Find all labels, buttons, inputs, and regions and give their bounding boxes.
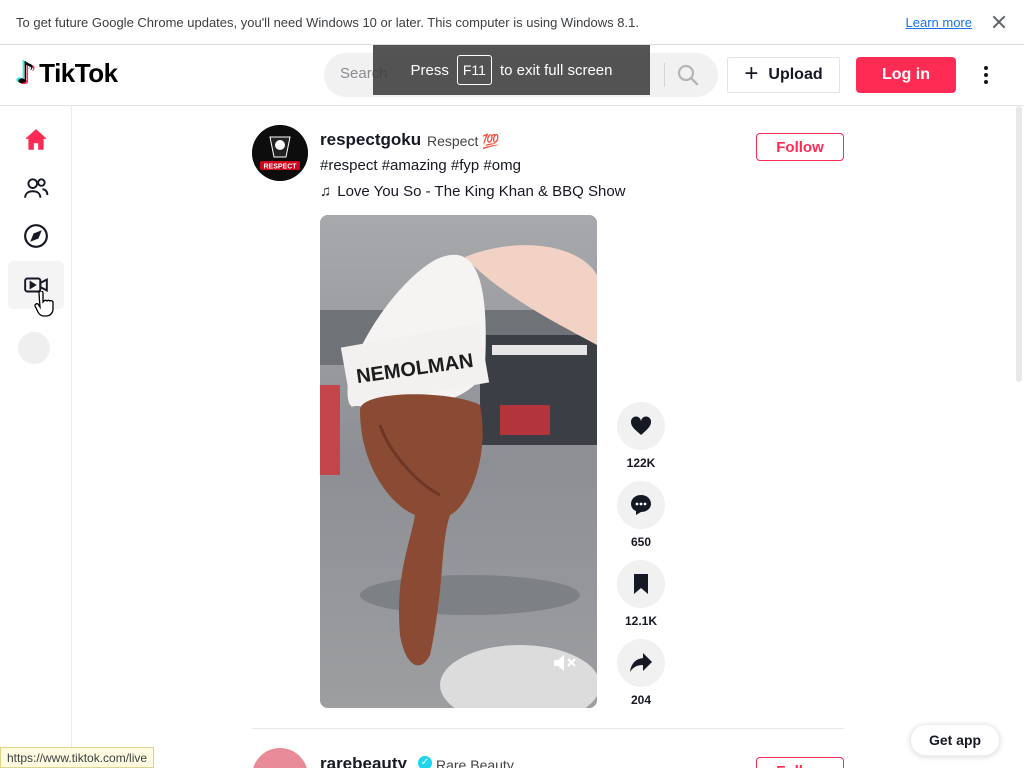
toast-rest: to exit full screen — [499, 61, 613, 79]
comment-icon — [631, 495, 651, 515]
music-title: Love You So - The King Khan & BBQ Show — [337, 183, 626, 200]
chrome-update-infobar: To get future Google Chrome updates, you… — [0, 0, 1024, 45]
close-icon[interactable] — [992, 15, 1006, 29]
follow-button[interactable]: Follow — [756, 133, 844, 161]
author-avatar[interactable]: RESPECT — [252, 125, 308, 181]
toast-press: Press — [410, 61, 449, 79]
search-icon[interactable] — [676, 63, 700, 87]
plus-icon: + — [744, 59, 759, 87]
comment-count: 650 — [630, 535, 652, 549]
mute-icon[interactable] — [552, 652, 578, 674]
next-post-nickname: Rare Beauty — [436, 757, 514, 768]
get-app-button[interactable]: Get app — [910, 724, 1000, 756]
profile-placeholder[interactable] — [18, 332, 50, 364]
save-count: 12.1K — [624, 614, 658, 628]
post-divider — [252, 728, 844, 729]
compass-icon — [24, 224, 48, 248]
infobar-message: To get future Google Chrome updates, you… — [16, 14, 639, 30]
fullscreen-exit-toast: Press F11 to exit full screen — [373, 45, 650, 95]
post-nickname: Respect 💯 — [427, 133, 500, 149]
post-author[interactable]: respectgoku — [320, 130, 421, 150]
share-count: 204 — [630, 693, 652, 707]
like-count: 122K — [626, 456, 656, 470]
search-divider — [664, 63, 665, 87]
toast-key: F11 — [456, 55, 492, 85]
post-music[interactable]: ♫ Love You So - The King Khan & BBQ Show — [320, 183, 626, 200]
left-sidebar — [0, 106, 72, 768]
comment-action[interactable]: 650 — [617, 481, 665, 549]
login-button[interactable]: Log in — [856, 57, 956, 93]
verified-badge-icon: ✓ — [418, 756, 432, 768]
next-post-author[interactable]: rarebeauty — [320, 754, 407, 768]
video-player[interactable]: NEMOLMAN — [320, 215, 597, 708]
tiktok-logo[interactable]: ♪ TikTok — [16, 58, 118, 89]
avatar-label: RESPECT — [263, 164, 297, 171]
hand-cursor-icon — [34, 291, 54, 317]
more-options-icon[interactable] — [976, 63, 996, 87]
music-note-icon: ♫ — [320, 183, 332, 200]
upload-button[interactable]: + Upload — [727, 57, 840, 93]
share-action[interactable]: 204 — [617, 639, 665, 707]
home-icon — [25, 129, 47, 150]
next-author-avatar[interactable] — [252, 748, 308, 768]
sidebar-item-following[interactable] — [8, 164, 64, 212]
share-icon — [630, 653, 652, 672]
save-action[interactable]: 12.1K — [617, 560, 665, 628]
like-action[interactable]: 122K — [617, 402, 665, 470]
upload-label: Upload — [768, 66, 823, 83]
users-icon — [24, 178, 49, 198]
heart-icon — [630, 416, 652, 435]
next-follow-button[interactable]: Follow — [756, 757, 844, 768]
sidebar-item-for-you[interactable] — [8, 116, 64, 164]
sidebar-item-explore[interactable] — [8, 212, 64, 260]
bookmark-icon — [634, 574, 648, 594]
post-caption[interactable]: #respect #amazing #fyp #omg — [320, 157, 521, 174]
tiktok-note-icon: ♪ — [16, 55, 36, 91]
learn-more-link[interactable]: Learn more — [906, 15, 972, 30]
logo-text: TikTok — [39, 58, 118, 88]
link-status-bar: https://www.tiktok.com/live — [0, 747, 155, 768]
page-scrollbar[interactable] — [1016, 106, 1022, 382]
